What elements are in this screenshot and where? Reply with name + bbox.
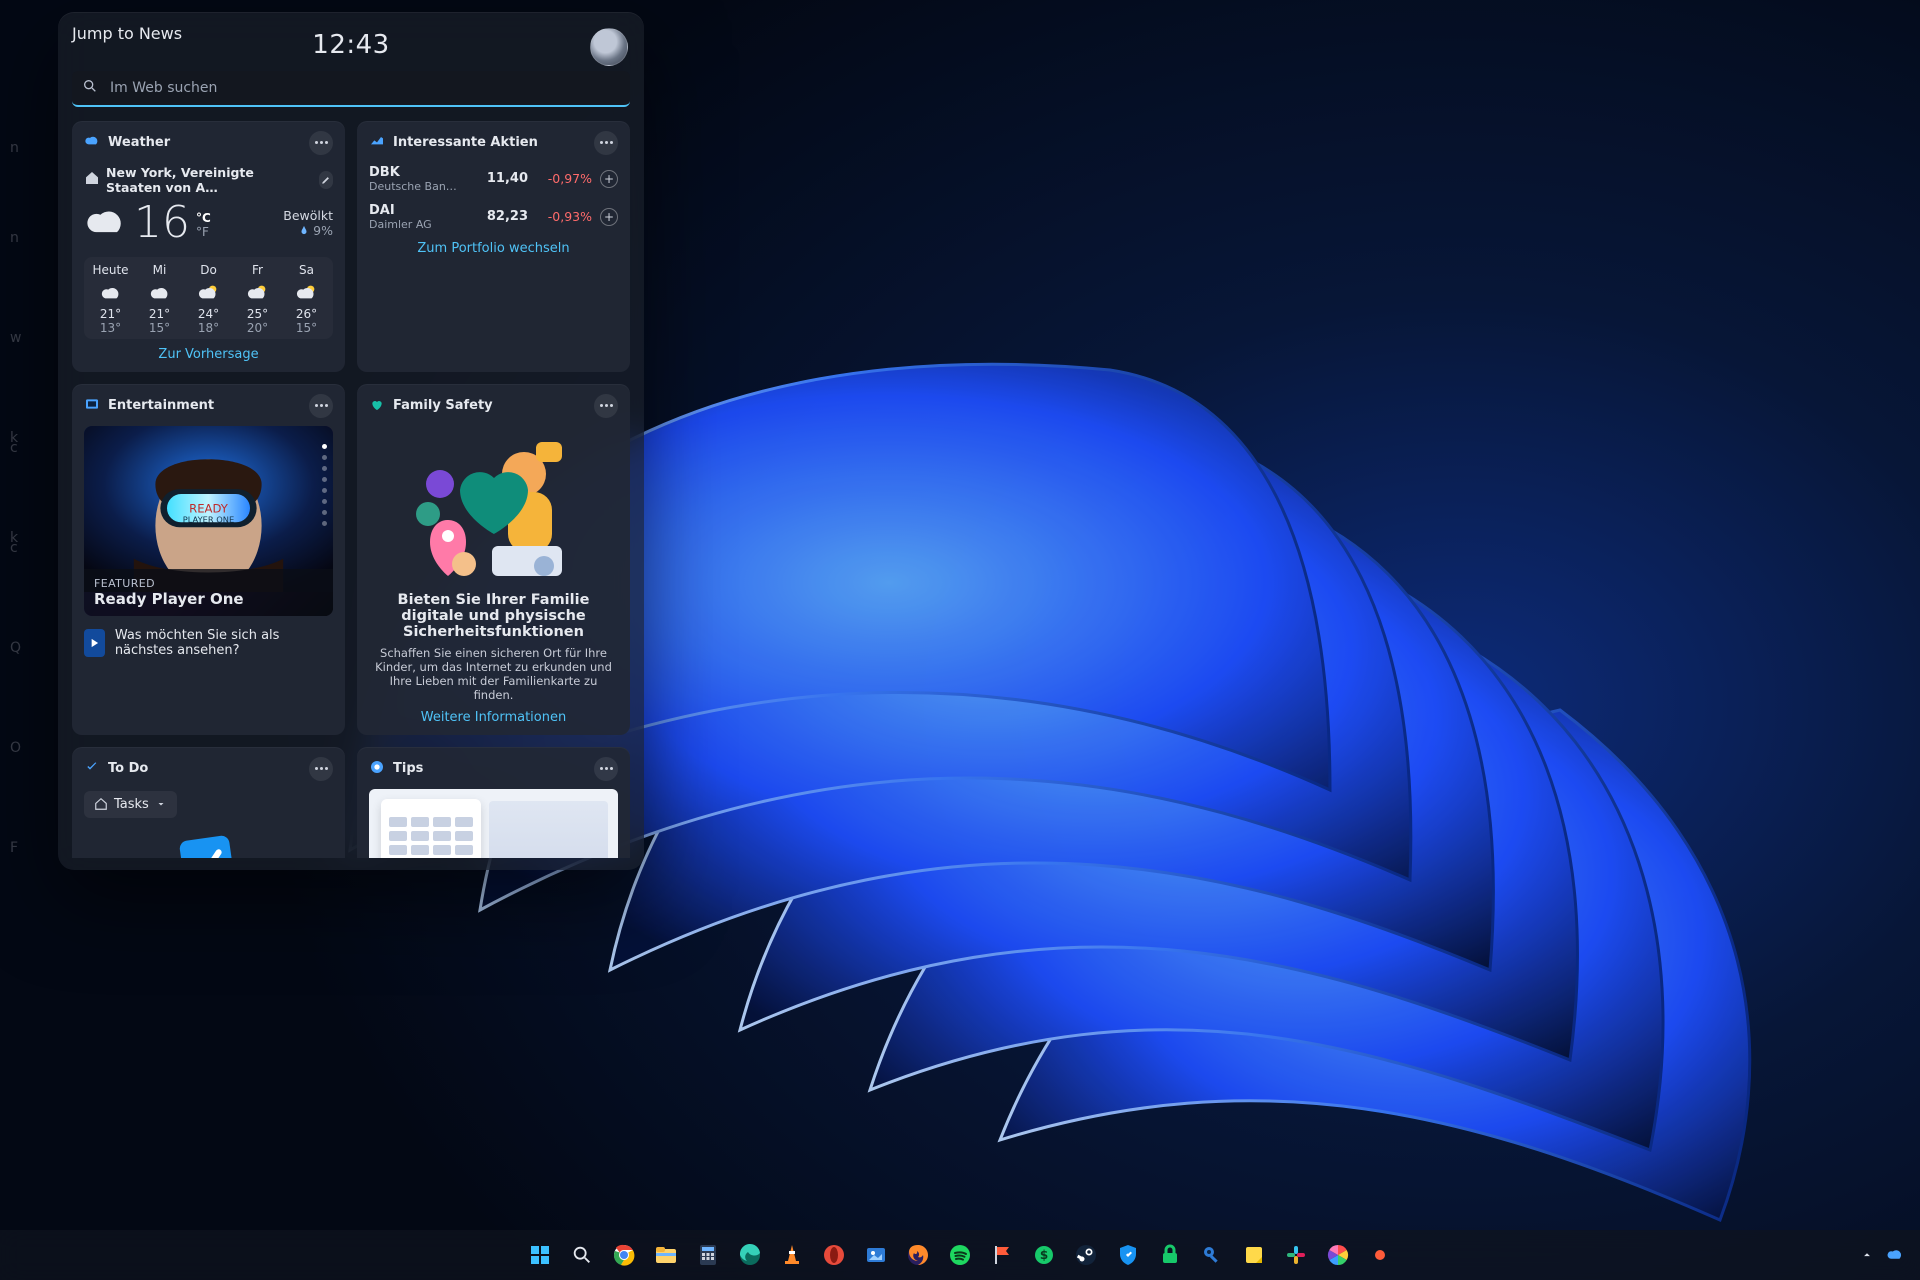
svg-text:PLAYER ONE: PLAYER ONE xyxy=(183,514,235,524)
featured-label: FEATURED xyxy=(94,577,323,590)
svg-text:READY: READY xyxy=(189,501,229,515)
more-button[interactable] xyxy=(594,131,618,155)
family-heading: Bieten Sie Ihrer Familie digitale und ph… xyxy=(369,592,618,640)
taskbar-edge[interactable] xyxy=(733,1238,767,1272)
jump-to-news-tooltip[interactable]: Jump to News xyxy=(72,24,182,43)
forecast-link[interactable]: Zur Vorhersage xyxy=(84,347,333,362)
taskbar-savings[interactable]: $ xyxy=(1027,1238,1061,1272)
system-tray[interactable] xyxy=(1860,1246,1904,1264)
tips-widget[interactable]: Tips Open the widgets board xyxy=(357,747,630,858)
taskbar-opera[interactable] xyxy=(817,1238,851,1272)
stock-row[interactable]: DAIDaimler AG 82,23-0,93% + xyxy=(369,203,618,231)
edit-location-button[interactable] xyxy=(319,171,333,189)
home-icon xyxy=(84,170,100,189)
stocks-widget[interactable]: Interessante Aktien DBKDeutsche Ban… 11,… xyxy=(357,121,630,372)
location-text: New York, Vereinigte Staaten von A… xyxy=(106,165,313,195)
family-illustration xyxy=(369,424,618,584)
family-safety-widget[interactable]: Family Safety Bi xyxy=(357,384,630,735)
check-icon xyxy=(84,759,100,779)
add-stock-button[interactable]: + xyxy=(600,208,618,226)
card-title: Family Safety xyxy=(393,398,493,413)
taskbar-vlc[interactable] xyxy=(775,1238,809,1272)
taskbar-chrome[interactable] xyxy=(607,1238,641,1272)
entertainment-widget[interactable]: Entertainment READ xyxy=(72,384,345,735)
more-button[interactable] xyxy=(594,394,618,418)
taskbar-spotify[interactable] xyxy=(943,1238,977,1272)
stocks-icon xyxy=(369,133,385,153)
weather-icon xyxy=(84,133,100,153)
card-title: Interessante Aktien xyxy=(393,135,538,150)
more-button[interactable] xyxy=(309,131,333,155)
tasks-chip[interactable]: Tasks xyxy=(84,791,177,818)
tips-screenshot xyxy=(369,789,618,858)
card-title: Weather xyxy=(108,135,170,150)
panel-clock: 12:43 xyxy=(312,30,389,60)
taskbar-search[interactable] xyxy=(565,1238,599,1272)
play-icon xyxy=(84,629,105,657)
taskbar-stickynotes[interactable] xyxy=(1237,1238,1271,1272)
unit-toggle[interactable]: °C °F xyxy=(196,211,211,239)
entertainment-prompt: Was möchten Sie sich als nächstes ansehe… xyxy=(115,628,333,658)
taskbar-shield[interactable] xyxy=(1111,1238,1145,1272)
widgets-board: 12:43 Weather New York, Vereinigte Staat… xyxy=(58,12,644,870)
taskbar-start[interactable] xyxy=(523,1238,557,1272)
movies-icon xyxy=(84,396,100,416)
taskbar-explorer[interactable] xyxy=(649,1238,683,1272)
taskbar-flag[interactable] xyxy=(985,1238,1019,1272)
todo-widget[interactable]: To Do Tasks Get started with To Do xyxy=(72,747,345,858)
add-stock-button[interactable]: + xyxy=(600,170,618,188)
forecast-day[interactable]: Do24°18° xyxy=(184,263,233,335)
current-condition: Bewölkt 9% xyxy=(283,208,333,238)
weather-widget[interactable]: Weather New York, Vereinigte Staaten von… xyxy=(72,121,345,372)
forecast-row: Heute21°13°Mi21°15°Do24°18°Fr25°20°Sa26°… xyxy=(84,257,333,339)
featured-title: Ready Player One xyxy=(94,590,323,608)
taskbar: $ xyxy=(0,1230,1920,1280)
taskbar-calculator[interactable] xyxy=(691,1238,725,1272)
search-input[interactable] xyxy=(108,79,620,97)
family-icon xyxy=(369,396,385,416)
card-title: To Do xyxy=(108,761,148,776)
forecast-day[interactable]: Heute21°13° xyxy=(86,263,135,335)
more-button[interactable] xyxy=(309,394,333,418)
cloud-icon xyxy=(84,201,128,245)
taskbar-slack[interactable] xyxy=(1279,1238,1313,1272)
svg-text:$: $ xyxy=(1040,1248,1048,1262)
taskbar-photos[interactable] xyxy=(859,1238,893,1272)
family-link[interactable]: Weitere Informationen xyxy=(369,710,618,725)
taskbar-colorwheel[interactable] xyxy=(1321,1238,1355,1272)
tray-chevron-icon[interactable] xyxy=(1860,1248,1874,1262)
onedrive-icon[interactable] xyxy=(1886,1246,1904,1264)
tips-icon xyxy=(369,759,385,779)
taskbar-lock[interactable] xyxy=(1153,1238,1187,1272)
taskbar-steam[interactable] xyxy=(1069,1238,1103,1272)
card-title: Tips xyxy=(393,761,423,776)
taskbar-firefox[interactable] xyxy=(901,1238,935,1272)
portfolio-link[interactable]: Zum Portfolio wechseln xyxy=(369,241,618,256)
user-avatar[interactable] xyxy=(590,28,628,66)
taskbar-keepass[interactable] xyxy=(1195,1238,1229,1272)
family-body: Schaffen Sie einen sicheren Ort für Ihre… xyxy=(369,646,618,702)
forecast-day[interactable]: Sa26°15° xyxy=(282,263,331,335)
web-search-bar[interactable] xyxy=(72,71,630,107)
stock-row[interactable]: DBKDeutsche Ban… 11,40-0,97% + xyxy=(369,165,618,193)
current-temp: 16 xyxy=(134,201,190,245)
forecast-day[interactable]: Mi21°15° xyxy=(135,263,184,335)
todo-illustration xyxy=(84,830,333,858)
chevron-down-icon xyxy=(155,798,167,810)
search-icon xyxy=(82,78,98,98)
more-button[interactable] xyxy=(309,757,333,781)
more-button[interactable] xyxy=(594,757,618,781)
carousel-dots[interactable] xyxy=(322,444,327,526)
card-title: Entertainment xyxy=(108,398,214,413)
forecast-day[interactable]: Fr25°20° xyxy=(233,263,282,335)
featured-poster[interactable]: READY PLAYER ONE FEATURED Ready Player O… xyxy=(84,426,333,616)
taskbar-dot[interactable] xyxy=(1363,1238,1397,1272)
